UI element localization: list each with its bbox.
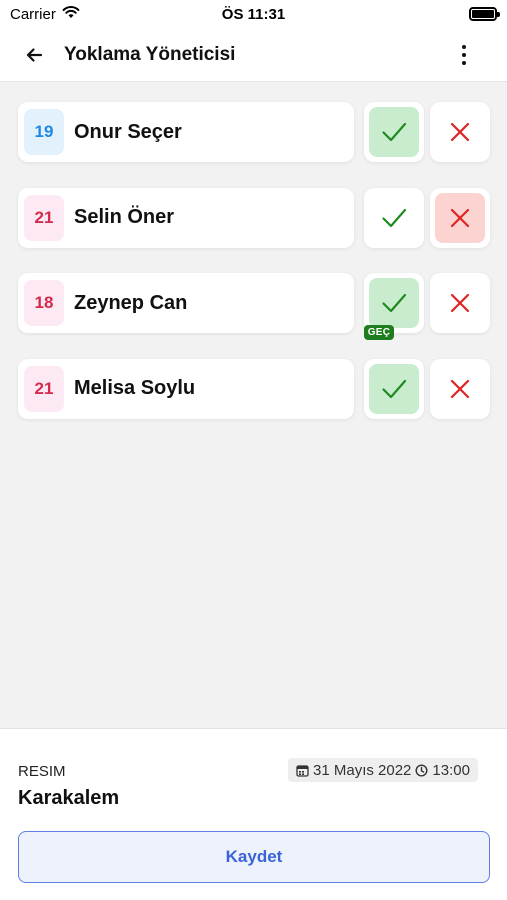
app-header: Yoklama Yöneticisi	[0, 28, 507, 82]
close-icon	[450, 122, 470, 142]
carrier-label: Carrier	[10, 5, 56, 23]
present-button[interactable]	[364, 187, 424, 248]
student-card[interactable]: 18 Zeynep Can	[18, 273, 354, 333]
absent-button[interactable]	[430, 358, 490, 419]
present-selected-bg	[369, 278, 419, 328]
late-badge: GEÇ	[364, 325, 394, 340]
student-number-badge: 19	[24, 109, 64, 155]
close-icon	[450, 379, 470, 398]
save-button[interactable]: Kaydet	[18, 831, 490, 883]
check-icon	[382, 208, 407, 227]
check-icon	[382, 293, 407, 313]
absent-selected-bg	[435, 192, 485, 243]
absent-bg	[435, 107, 485, 157]
student-row: 21 Selin Öner	[18, 187, 507, 248]
present-button[interactable]	[364, 273, 424, 333]
student-number-badge: 18	[24, 280, 64, 326]
more-vertical-icon	[462, 45, 466, 49]
student-card[interactable]: 21 Melisa Soylu	[18, 358, 354, 419]
student-row: 18 Zeynep Can GEÇ	[18, 273, 507, 340]
close-icon	[450, 208, 470, 227]
course-title: Karakalem	[18, 787, 120, 809]
more-options-button[interactable]	[449, 38, 479, 72]
calendar-icon	[296, 764, 309, 777]
absent-button[interactable]	[430, 102, 490, 162]
close-icon	[450, 293, 470, 313]
attendance-list: 19 Onur Seçer 21 Selin Öner 18 Zeynep Ca…	[0, 82, 507, 728]
clock-icon	[415, 763, 428, 777]
arrow-left-icon	[26, 47, 43, 62]
present-button[interactable]	[364, 358, 424, 419]
status-bar: Carrier ÖS 11:31	[0, 0, 507, 28]
back-button[interactable]	[14, 35, 54, 75]
datetime-chip: 31 Mayıs 2022 13:00	[288, 758, 478, 782]
present-button[interactable]	[364, 102, 424, 162]
page-title: Yoklama Yöneticisi	[64, 43, 236, 65]
course-category: RESIM	[18, 763, 66, 780]
lesson-time: 13:00	[432, 761, 470, 779]
student-row: 21 Melisa Soylu	[18, 358, 507, 419]
battery-icon	[469, 7, 500, 21]
student-name: Onur Seçer	[74, 120, 182, 143]
student-name: Selin Öner	[74, 206, 175, 228]
student-row: 19 Onur Seçer	[18, 102, 507, 162]
check-icon	[382, 379, 407, 398]
absent-button[interactable]	[430, 273, 490, 333]
student-card[interactable]: 19 Onur Seçer	[18, 102, 354, 162]
lesson-footer: RESIM 31 Mayıs 2022 13:00 Karakalem Kayd…	[0, 728, 507, 900]
present-selected-bg	[369, 363, 419, 414]
student-name: Zeynep Can	[74, 291, 188, 314]
present-bg	[369, 193, 419, 243]
lesson-date: 31 Mayıs 2022	[313, 761, 412, 779]
wifi-icon	[62, 5, 80, 23]
check-icon	[382, 122, 407, 142]
student-card[interactable]: 21 Selin Öner	[18, 187, 354, 248]
absent-bg	[435, 278, 485, 328]
student-name: Melisa Soylu	[74, 377, 196, 399]
absent-bg	[435, 364, 485, 414]
present-selected-bg	[369, 107, 419, 157]
student-number-badge: 21	[24, 194, 64, 241]
student-number-badge: 21	[24, 365, 64, 412]
status-left: Carrier	[10, 5, 80, 23]
absent-button[interactable]	[430, 187, 490, 248]
